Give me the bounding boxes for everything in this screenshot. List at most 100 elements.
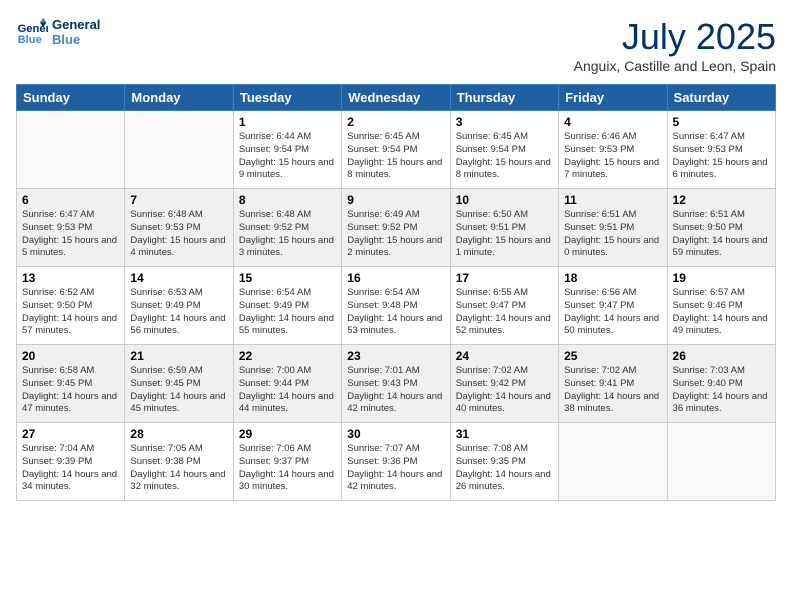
weekday-header: Tuesday (233, 85, 341, 111)
calendar-day-cell: 27 Sunrise: 7:04 AM Sunset: 9:39 PM Dayli… (17, 423, 125, 501)
calendar-day-cell: 24 Sunrise: 7:02 AM Sunset: 9:42 PM Dayli… (450, 345, 558, 423)
calendar-day-cell: 11 Sunrise: 6:51 AM Sunset: 9:51 PM Dayli… (559, 189, 667, 267)
day-number: 1 (239, 115, 336, 129)
day-info: Sunrise: 6:57 AM Sunset: 9:46 PM Dayligh… (673, 287, 770, 338)
day-number: 30 (347, 427, 444, 441)
calendar-day-cell: 2Sunrise: 6:45 AM Sunset: 9:54 PM Daylig… (342, 111, 450, 189)
calendar-day-cell: 30 Sunrise: 7:07 AM Sunset: 9:36 PM Dayli… (342, 423, 450, 501)
day-info: Sunrise: 7:04 AM Sunset: 9:39 PM Dayligh… (22, 443, 119, 494)
calendar-day-cell: 16Sunrise: 6:54 AM Sunset: 9:48 PM Dayli… (342, 267, 450, 345)
day-number: 18 (564, 271, 661, 285)
subtitle: Anguix, Castille and Leon, Spain (574, 58, 776, 74)
day-info: Sunrise: 6:58 AM Sunset: 9:45 PM Dayligh… (22, 365, 119, 416)
page-header: General Blue General Blue July 2025 Angu… (16, 16, 776, 74)
day-info: Sunrise: 7:03 AM Sunset: 9:40 PM Dayligh… (673, 365, 770, 416)
day-number: 10 (456, 193, 553, 207)
calendar-day-cell: 1 Sunrise: 6:44 AM Sunset: 9:54 PM Daylig… (233, 111, 341, 189)
day-info: Sunrise: 6:49 AM Sunset: 9:52 PM Dayligh… (347, 209, 444, 260)
calendar-day-cell: 8Sunrise: 6:48 AM Sunset: 9:52 PM Daylig… (233, 189, 341, 267)
calendar-page: General Blue General Blue July 2025 Angu… (0, 0, 792, 612)
day-number: 2 (347, 115, 444, 129)
day-info: Sunrise: 6:51 AM Sunset: 9:51 PM Dayligh… (564, 209, 661, 260)
weekday-header: Monday (125, 85, 233, 111)
day-info: Sunrise: 6:44 AM Sunset: 9:54 PM Dayligh… (239, 131, 336, 182)
day-number: 5 (673, 115, 770, 129)
calendar-day-cell: 21 Sunrise: 6:59 AM Sunset: 9:45 PM Dayli… (125, 345, 233, 423)
day-info: Sunrise: 7:02 AM Sunset: 9:41 PM Dayligh… (564, 365, 661, 416)
logo: General Blue General Blue (16, 16, 100, 48)
calendar-day-cell: 17 Sunrise: 6:55 AM Sunset: 9:47 PM Dayli… (450, 267, 558, 345)
day-info: Sunrise: 6:53 AM Sunset: 9:49 PM Dayligh… (130, 287, 227, 338)
calendar-day-cell (17, 111, 125, 189)
day-info: Sunrise: 6:45 AM Sunset: 9:54 PM Dayligh… (456, 131, 553, 182)
day-number: 27 (22, 427, 119, 441)
logo-line1: General (52, 17, 100, 32)
day-info: Sunrise: 6:54 AM Sunset: 9:48 PM Dayligh… (347, 287, 444, 338)
day-info: Sunrise: 7:01 AM Sunset: 9:43 PM Dayligh… (347, 365, 444, 416)
day-number: 19 (673, 271, 770, 285)
day-number: 11 (564, 193, 661, 207)
calendar-day-cell: 31 Sunrise: 7:08 AM Sunset: 9:35 PM Dayli… (450, 423, 558, 501)
day-number: 31 (456, 427, 553, 441)
day-number: 12 (673, 193, 770, 207)
day-number: 13 (22, 271, 119, 285)
day-number: 21 (130, 349, 227, 363)
weekday-header: Saturday (667, 85, 775, 111)
day-number: 28 (130, 427, 227, 441)
day-number: 25 (564, 349, 661, 363)
weekday-header: Sunday (17, 85, 125, 111)
calendar-day-cell: 10 Sunrise: 6:50 AM Sunset: 9:51 PM Dayli… (450, 189, 558, 267)
calendar-day-cell: 28Sunrise: 7:05 AM Sunset: 9:38 PM Dayli… (125, 423, 233, 501)
day-info: Sunrise: 6:48 AM Sunset: 9:52 PM Dayligh… (239, 209, 336, 260)
calendar-day-cell (559, 423, 667, 501)
calendar-day-cell: 23Sunrise: 7:01 AM Sunset: 9:43 PM Dayli… (342, 345, 450, 423)
title-block: July 2025 Anguix, Castille and Leon, Spa… (574, 16, 776, 74)
day-info: Sunrise: 7:07 AM Sunset: 9:36 PM Dayligh… (347, 443, 444, 494)
weekday-header: Thursday (450, 85, 558, 111)
calendar-day-cell: 6 Sunrise: 6:47 AM Sunset: 9:53 PM Daylig… (17, 189, 125, 267)
day-info: Sunrise: 6:51 AM Sunset: 9:50 PM Dayligh… (673, 209, 770, 260)
day-info: Sunrise: 7:08 AM Sunset: 9:35 PM Dayligh… (456, 443, 553, 494)
calendar-day-cell (125, 111, 233, 189)
day-number: 22 (239, 349, 336, 363)
calendar-day-cell (667, 423, 775, 501)
calendar-day-cell: 22Sunrise: 7:00 AM Sunset: 9:44 PM Dayli… (233, 345, 341, 423)
day-info: Sunrise: 7:02 AM Sunset: 9:42 PM Dayligh… (456, 365, 553, 416)
calendar-week-row: 13 Sunrise: 6:52 AM Sunset: 9:50 PM Dayli… (17, 267, 776, 345)
day-number: 15 (239, 271, 336, 285)
day-info: Sunrise: 6:54 AM Sunset: 9:49 PM Dayligh… (239, 287, 336, 338)
logo-icon: General Blue (16, 16, 48, 48)
day-info: Sunrise: 6:48 AM Sunset: 9:53 PM Dayligh… (130, 209, 227, 260)
day-number: 9 (347, 193, 444, 207)
calendar-day-cell: 4Sunrise: 6:46 AM Sunset: 9:53 PM Daylig… (559, 111, 667, 189)
day-info: Sunrise: 6:47 AM Sunset: 9:53 PM Dayligh… (22, 209, 119, 260)
day-info: Sunrise: 6:46 AM Sunset: 9:53 PM Dayligh… (564, 131, 661, 182)
calendar-day-cell: 9 Sunrise: 6:49 AM Sunset: 9:52 PM Daylig… (342, 189, 450, 267)
day-number: 24 (456, 349, 553, 363)
calendar-week-row: 27 Sunrise: 7:04 AM Sunset: 9:39 PM Dayli… (17, 423, 776, 501)
day-number: 26 (673, 349, 770, 363)
calendar-day-cell: 14Sunrise: 6:53 AM Sunset: 9:49 PM Dayli… (125, 267, 233, 345)
calendar-day-cell: 7 Sunrise: 6:48 AM Sunset: 9:53 PM Daylig… (125, 189, 233, 267)
calendar-day-cell: 25 Sunrise: 7:02 AM Sunset: 9:41 PM Dayli… (559, 345, 667, 423)
day-number: 20 (22, 349, 119, 363)
day-number: 3 (456, 115, 553, 129)
main-title: July 2025 (574, 16, 776, 58)
calendar-week-row: 20 Sunrise: 6:58 AM Sunset: 9:45 PM Dayli… (17, 345, 776, 423)
day-info: Sunrise: 7:06 AM Sunset: 9:37 PM Dayligh… (239, 443, 336, 494)
day-info: Sunrise: 6:52 AM Sunset: 9:50 PM Dayligh… (22, 287, 119, 338)
calendar-day-cell: 19 Sunrise: 6:57 AM Sunset: 9:46 PM Dayli… (667, 267, 775, 345)
calendar-day-cell: 20 Sunrise: 6:58 AM Sunset: 9:45 PM Dayli… (17, 345, 125, 423)
day-number: 17 (456, 271, 553, 285)
calendar-day-cell: 13 Sunrise: 6:52 AM Sunset: 9:50 PM Dayli… (17, 267, 125, 345)
day-number: 29 (239, 427, 336, 441)
day-number: 7 (130, 193, 227, 207)
calendar-table: SundayMondayTuesdayWednesdayThursdayFrid… (16, 84, 776, 501)
day-info: Sunrise: 6:55 AM Sunset: 9:47 PM Dayligh… (456, 287, 553, 338)
calendar-header-row: SundayMondayTuesdayWednesdayThursdayFrid… (17, 85, 776, 111)
calendar-day-cell: 12 Sunrise: 6:51 AM Sunset: 9:50 PM Dayli… (667, 189, 775, 267)
day-info: Sunrise: 6:50 AM Sunset: 9:51 PM Dayligh… (456, 209, 553, 260)
calendar-day-cell: 15 Sunrise: 6:54 AM Sunset: 9:49 PM Dayli… (233, 267, 341, 345)
day-number: 6 (22, 193, 119, 207)
day-info: Sunrise: 6:59 AM Sunset: 9:45 PM Dayligh… (130, 365, 227, 416)
